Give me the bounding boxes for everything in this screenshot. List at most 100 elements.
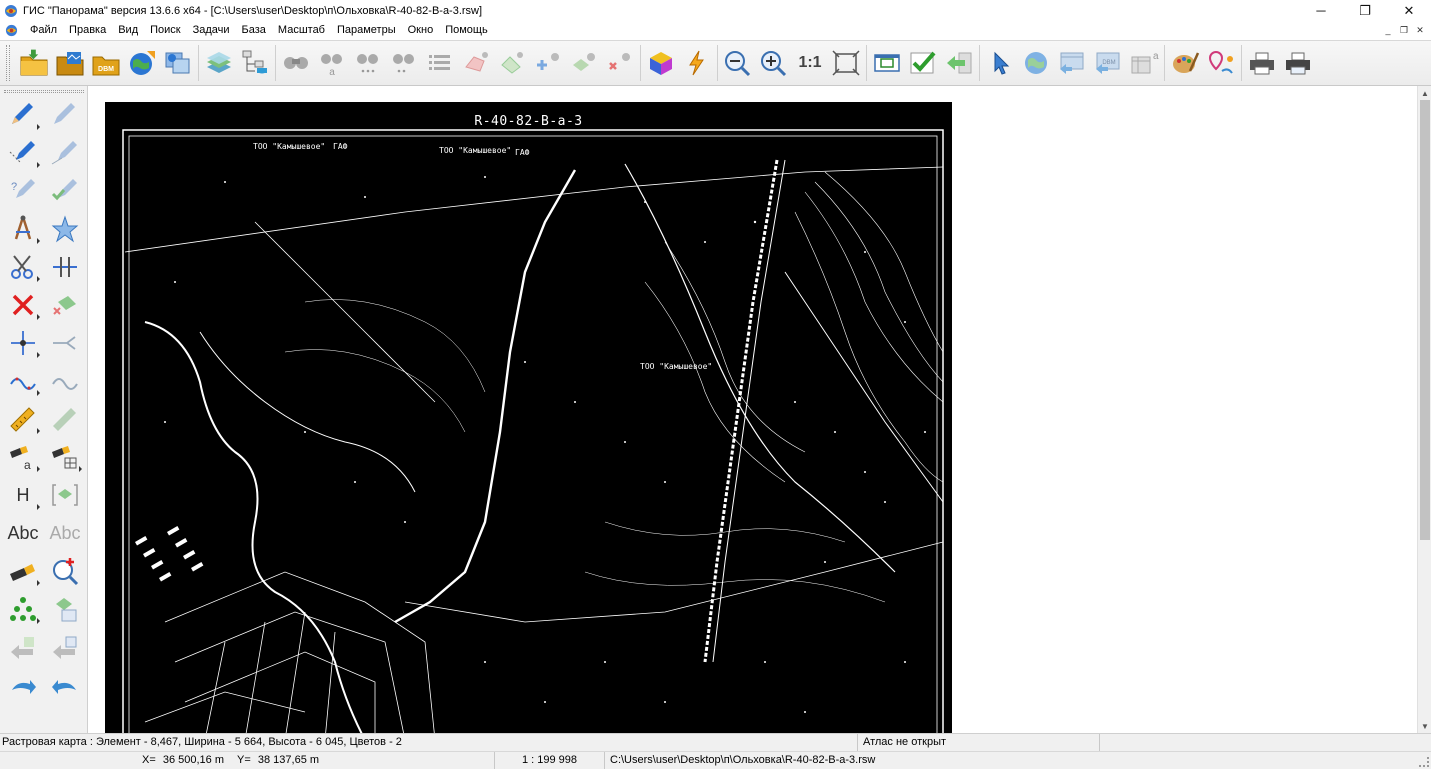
globe-button[interactable] bbox=[1018, 45, 1054, 81]
check-object-button[interactable] bbox=[45, 172, 85, 210]
edit-line-button[interactable] bbox=[45, 134, 85, 172]
export-button[interactable] bbox=[45, 628, 85, 666]
query-object-button[interactable]: ? bbox=[3, 172, 43, 210]
cube3d-button[interactable] bbox=[643, 45, 679, 81]
close-button[interactable]: ✕ bbox=[1387, 0, 1431, 21]
create-line-button[interactable] bbox=[3, 134, 43, 172]
scale-1-1-button[interactable]: 1:1 bbox=[792, 45, 828, 81]
vertical-scrollbar[interactable]: ▲ ▼ bbox=[1417, 86, 1431, 733]
full-extent-button[interactable] bbox=[828, 45, 864, 81]
scrollbar-thumb[interactable] bbox=[1420, 100, 1430, 540]
split-line-button[interactable] bbox=[45, 248, 85, 286]
properties-button[interactable]: a bbox=[1126, 45, 1162, 81]
map-frame-button[interactable] bbox=[869, 45, 905, 81]
binoculars-dots-icon bbox=[357, 54, 378, 73]
resize-grip-icon[interactable] bbox=[1419, 757, 1429, 767]
search-more-button[interactable] bbox=[386, 45, 422, 81]
select-filter-button[interactable] bbox=[566, 45, 602, 81]
scroll-down-arrow-icon[interactable]: ▼ bbox=[1418, 719, 1431, 733]
edit-object-button[interactable] bbox=[45, 96, 85, 134]
create-object-button[interactable] bbox=[3, 96, 43, 134]
move-point-gray-button[interactable] bbox=[45, 324, 85, 362]
lightning-button[interactable] bbox=[679, 45, 715, 81]
minimize-button[interactable]: ─ bbox=[1299, 0, 1343, 21]
menu-scale[interactable]: Масштаб bbox=[272, 21, 331, 40]
toolbar-grip[interactable] bbox=[6, 45, 10, 81]
map-viewport[interactable]: R-40-82-В-а-3 ТОО "Камышевое" ГАФ ТОО "К… bbox=[89, 86, 1417, 733]
compass-icon bbox=[14, 215, 32, 240]
printer-icon bbox=[1250, 52, 1274, 75]
mdi-minimize-button[interactable]: _ bbox=[1381, 23, 1395, 37]
map-scale-text[interactable]: 1 : 199 998 bbox=[495, 752, 605, 769]
zoom-in-button[interactable] bbox=[756, 45, 792, 81]
scroll-up-arrow-icon[interactable]: ▲ bbox=[1418, 86, 1431, 100]
menu-parameters[interactable]: Параметры bbox=[331, 21, 402, 40]
delete-part-button[interactable] bbox=[45, 286, 85, 324]
search-name-button[interactable]: a bbox=[314, 45, 350, 81]
redo-button[interactable] bbox=[3, 666, 43, 704]
panel-grip[interactable] bbox=[4, 90, 84, 93]
search-label-button[interactable]: a bbox=[3, 438, 43, 476]
menu-edit[interactable]: Правка bbox=[63, 21, 112, 40]
raster-map-sheet[interactable]: R-40-82-В-а-3 ТОО "Камышевое" ГАФ ТОО "К… bbox=[105, 102, 952, 733]
menu-view[interactable]: Вид bbox=[112, 21, 144, 40]
ruler-gray-button[interactable] bbox=[45, 400, 85, 438]
search-object-button[interactable] bbox=[278, 45, 314, 81]
add-object-button[interactable] bbox=[530, 45, 566, 81]
zoom-region-button[interactable] bbox=[45, 552, 85, 590]
palette-button[interactable] bbox=[1167, 45, 1203, 81]
hierarchy-button[interactable] bbox=[3, 590, 43, 628]
open-map-button[interactable] bbox=[52, 45, 88, 81]
pencil-check-icon bbox=[51, 179, 77, 201]
cut-object-button[interactable] bbox=[3, 248, 43, 286]
smooth-line-button[interactable] bbox=[3, 362, 43, 400]
mdi-close-button[interactable]: ✕ bbox=[1413, 23, 1427, 37]
height-tool-button[interactable]: H bbox=[3, 476, 43, 514]
pin-route-button[interactable] bbox=[1203, 45, 1239, 81]
search-table-button[interactable] bbox=[45, 438, 85, 476]
menu-tasks[interactable]: Задачи bbox=[187, 21, 236, 40]
layers-button[interactable] bbox=[201, 45, 237, 81]
search-attrib-button[interactable] bbox=[350, 45, 386, 81]
zoom-out-button[interactable] bbox=[720, 45, 756, 81]
move-point-button[interactable] bbox=[3, 324, 43, 362]
data-tree-button[interactable] bbox=[237, 45, 273, 81]
object-table-button[interactable] bbox=[45, 590, 85, 628]
ruler-button[interactable] bbox=[3, 400, 43, 438]
menu-window[interactable]: Окно bbox=[402, 21, 440, 40]
menu-database[interactable]: База bbox=[236, 21, 272, 40]
dbm-catalog-button[interactable]: DBM bbox=[1090, 45, 1126, 81]
smooth-line-gray-button[interactable] bbox=[45, 362, 85, 400]
import-button[interactable] bbox=[3, 628, 43, 666]
text-tool-button[interactable]: Abc bbox=[3, 514, 43, 552]
menu-bar: Файл Правка Вид Поиск Задачи База Масшта… bbox=[0, 21, 1431, 40]
text-tool-gray-button[interactable]: Abc bbox=[45, 514, 85, 552]
catalog-button[interactable] bbox=[1054, 45, 1090, 81]
undo-button[interactable] bbox=[45, 666, 85, 704]
print-preview-button[interactable] bbox=[1280, 45, 1316, 81]
back-button[interactable] bbox=[941, 45, 977, 81]
open-dbm-button[interactable]: DBM bbox=[88, 45, 124, 81]
compass-tool-button[interactable] bbox=[3, 210, 43, 248]
document-system-menu-icon[interactable] bbox=[3, 23, 19, 39]
menu-help[interactable]: Помощь bbox=[439, 21, 494, 40]
internet-map-button[interactable] bbox=[124, 45, 160, 81]
panorama-app-icon[interactable] bbox=[3, 3, 19, 19]
bracket-tool-button[interactable] bbox=[45, 476, 85, 514]
map-list-button[interactable] bbox=[160, 45, 196, 81]
select-by-area-button[interactable] bbox=[494, 45, 530, 81]
object-list-button[interactable] bbox=[422, 45, 458, 81]
cursor-button[interactable] bbox=[982, 45, 1018, 81]
flashlight-button[interactable] bbox=[3, 552, 43, 590]
open-folder-button[interactable] bbox=[16, 45, 52, 81]
delete-object-button[interactable] bbox=[3, 286, 43, 324]
star-tool-button[interactable] bbox=[45, 210, 85, 248]
deselect-button[interactable] bbox=[602, 45, 638, 81]
print-button[interactable] bbox=[1244, 45, 1280, 81]
menu-file[interactable]: Файл bbox=[24, 21, 63, 40]
restore-button[interactable]: ❐ bbox=[1343, 0, 1387, 21]
select-object-button[interactable] bbox=[458, 45, 494, 81]
check-button[interactable] bbox=[905, 45, 941, 81]
menu-search[interactable]: Поиск bbox=[144, 21, 186, 40]
mdi-restore-button[interactable]: ❐ bbox=[1397, 23, 1411, 37]
